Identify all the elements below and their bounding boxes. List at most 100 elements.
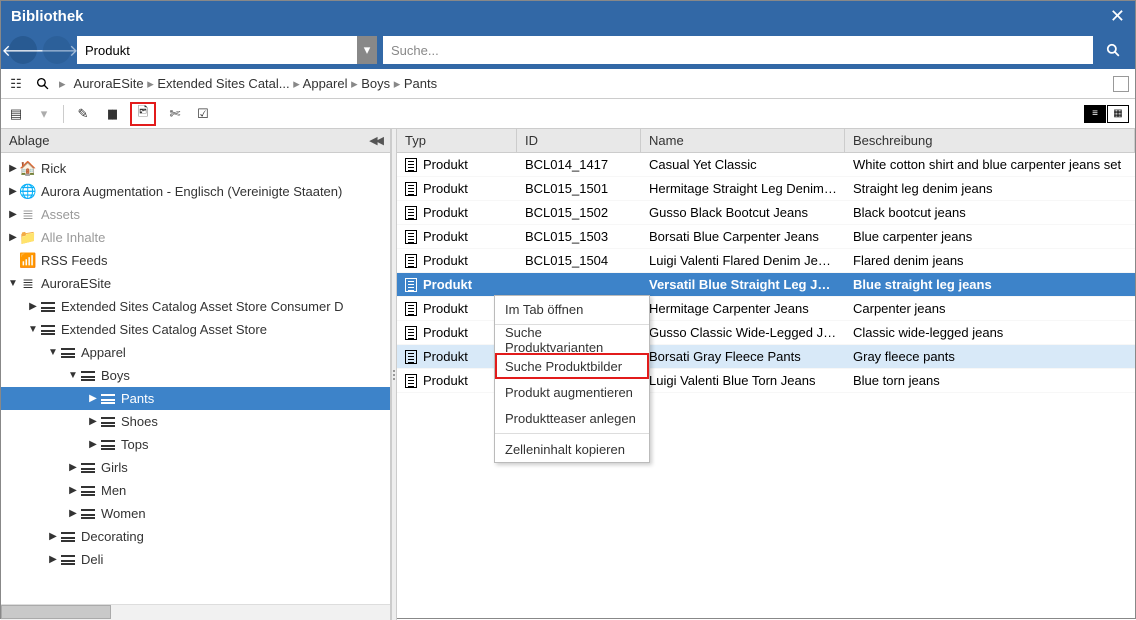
cell-desc: Flared denim jeans (845, 253, 1135, 268)
caret-icon[interactable]: ▶ (87, 439, 99, 450)
home-icon: 🏠 (19, 160, 37, 177)
caret-icon[interactable]: ▶ (47, 554, 59, 565)
search-input[interactable] (383, 43, 1093, 58)
grid-body: ProduktBCL014_1417Casual Yet ClassicWhit… (397, 153, 1135, 620)
db-g-icon: ≣ (19, 206, 37, 223)
caret-icon[interactable]: ▶ (7, 232, 19, 243)
context-menu-item[interactable]: Suche Produktbilder (495, 353, 649, 379)
caret-icon[interactable]: ▶ (7, 186, 19, 197)
type-dropdown[interactable]: Produkt ▾ (77, 36, 377, 64)
breadcrumb-item[interactable]: Apparel (303, 76, 348, 91)
tree-item[interactable]: ▶ Shoes (1, 410, 390, 433)
cell-typ: Produkt (423, 157, 468, 172)
tree-item[interactable]: ▶Extended Sites Catalog Asset Store Cons… (1, 295, 390, 318)
breadcrumb-item[interactable]: Pants (404, 76, 437, 91)
cell-typ: Produkt (423, 229, 468, 244)
caret-icon[interactable]: ▶ (7, 163, 19, 174)
tree-item-label: Extended Sites Catalog Asset Store (61, 322, 267, 337)
table-row[interactable]: ProduktBCL015_1501Hermitage Straight Leg… (397, 177, 1135, 201)
edit-icon[interactable]: ✎ (74, 105, 92, 123)
caret-icon[interactable]: ▼ (27, 324, 39, 335)
tree-item[interactable]: ▶Deli (1, 548, 390, 571)
back-button[interactable]: 🡐 (9, 36, 37, 64)
tree-item[interactable]: ▼Boys (1, 364, 390, 387)
close-icon[interactable]: ✕ (1110, 6, 1125, 27)
tree-item[interactable]: 📶RSS Feeds (1, 249, 390, 272)
tree-item[interactable]: ▶📁Alle Inhalte (1, 226, 390, 249)
tree-icon[interactable]: ▤ (7, 105, 25, 123)
column-header-id[interactable]: ID (517, 129, 641, 152)
table-row[interactable]: ProduktBCL015_1504Luigi Valenti Flared D… (397, 249, 1135, 273)
tree-item[interactable]: ▶Men (1, 479, 390, 502)
checklist-icon[interactable]: ☑ (194, 105, 212, 123)
caret-icon[interactable]: ▶ (67, 508, 79, 519)
grid-view-button[interactable]: ▦ (1107, 105, 1129, 123)
search-small-icon[interactable] (33, 75, 51, 93)
table-row[interactable]: ProduktBCL014_1417Casual Yet ClassicWhit… (397, 153, 1135, 177)
caret-icon[interactable]: ▼ (47, 347, 59, 358)
caret-icon[interactable]: ▶ (87, 416, 99, 427)
tree-item[interactable]: ▶Girls (1, 456, 390, 479)
cell-desc: Blue straight leg jeans (845, 277, 1135, 292)
list-icon (39, 325, 57, 335)
tree-item[interactable]: ▶≣ Assets (1, 203, 390, 226)
horizontal-scrollbar[interactable] (1, 604, 390, 620)
tree-item[interactable]: ▶Tops (1, 433, 390, 456)
list-view-button[interactable]: ≡ (1084, 105, 1106, 123)
tree-item[interactable]: ▶🏠Rick (1, 157, 390, 180)
dropdown-small-icon[interactable]: ▾ (35, 105, 53, 123)
tree-item-label: Shoes (121, 414, 158, 429)
table-row[interactable]: ProduktBCL015_1503Borsati Blue Carpenter… (397, 225, 1135, 249)
breadcrumb-item[interactable]: AuroraESite (74, 76, 144, 91)
tree-item[interactable]: ▼Apparel (1, 341, 390, 364)
caret-icon[interactable]: ▶ (27, 301, 39, 312)
column-header-typ[interactable]: Typ (397, 129, 517, 152)
dropdown-toggle-icon[interactable]: ▾ (357, 36, 377, 64)
context-menu-item[interactable]: Produkt augmentieren (495, 379, 649, 405)
breadcrumb-item[interactable]: Boys (361, 76, 390, 91)
context-menu-item[interactable]: Suche Produktvarianten (495, 327, 649, 353)
tree-item[interactable]: ▶Decorating (1, 525, 390, 548)
cell-typ: Produkt (423, 373, 468, 388)
tree-item[interactable]: ▼≣AuroraESite (1, 272, 390, 295)
brush-icon[interactable]: ✄ (166, 105, 184, 123)
tree-item-label: Assets (41, 207, 80, 222)
caret-icon[interactable]: ▶ (87, 393, 99, 404)
lines-icon (59, 555, 77, 565)
scrollbar-thumb[interactable] (1, 605, 111, 619)
tree-toggle-icon[interactable]: ☷ (7, 75, 25, 93)
tree-item-label: Aurora Augmentation - Englisch (Vereinig… (41, 184, 342, 199)
chevron-right-icon: ▸ (347, 76, 361, 91)
context-menu-item[interactable]: Produktteaser anlegen (495, 405, 649, 431)
lines-icon (59, 532, 77, 542)
cell-desc: Blue torn jeans (845, 373, 1135, 388)
highlighted-toolbar-button[interactable]: 🖻 (130, 102, 156, 126)
column-header-desc[interactable]: Beschreibung (845, 129, 1135, 152)
table-row[interactable]: ProduktVersatil Blue Straight Leg JeansB… (397, 273, 1135, 297)
forward-button[interactable]: 🡒 (43, 36, 71, 64)
tree-item-label: Alle Inhalte (41, 230, 105, 245)
context-menu-item[interactable]: Zelleninhalt kopieren (495, 436, 649, 462)
caret-icon[interactable]: ▶ (7, 209, 19, 220)
collapse-sidebar-icon[interactable]: ◀◀ (369, 134, 382, 147)
breadcrumb-item[interactable]: Extended Sites Catal... (157, 76, 289, 91)
grid-header: Typ ID Name Beschreibung (397, 129, 1135, 153)
columns-icon[interactable]: ▮▮ (102, 105, 120, 123)
lines-icon (79, 486, 97, 496)
view-square-icon[interactable] (1113, 76, 1129, 92)
tree-item[interactable]: ▼ Extended Sites Catalog Asset Store (1, 318, 390, 341)
tree-item-label: Pants (121, 391, 154, 406)
table-row[interactable]: ProduktBCL015_1502Gusso Black Bootcut Je… (397, 201, 1135, 225)
caret-icon[interactable]: ▼ (67, 370, 79, 381)
tree-item[interactable]: ▶Women (1, 502, 390, 525)
caret-icon[interactable]: ▶ (47, 531, 59, 542)
tree-item[interactable]: ▶🌐Aurora Augmentation - Englisch (Verein… (1, 180, 390, 203)
column-header-name[interactable]: Name (641, 129, 845, 152)
caret-icon[interactable]: ▶ (67, 462, 79, 473)
tree-item[interactable]: ▶ Pants (1, 387, 390, 410)
context-menu-item[interactable]: Im Tab öffnen (495, 296, 649, 322)
list-icon (39, 302, 57, 312)
caret-icon[interactable]: ▶ (67, 485, 79, 496)
caret-icon[interactable]: ▼ (7, 278, 19, 289)
search-button[interactable] (1099, 36, 1127, 64)
